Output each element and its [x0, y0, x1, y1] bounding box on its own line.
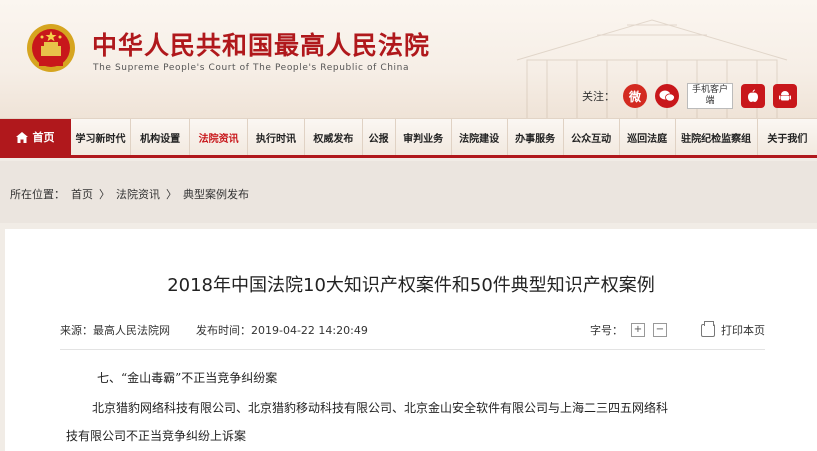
breadcrumb-separator: 〉 [166, 188, 177, 201]
publish-time-label: 发布时间： [196, 324, 251, 337]
publish-time-value: 2019-04-22 14:20:49 [251, 323, 368, 337]
nav-item-releases[interactable]: 权威发布 [305, 119, 363, 155]
main-nav: 首页 学习新时代 机构设置 法院资讯 执行时讯 权威发布 公报 审判业务 法院建… [0, 118, 817, 158]
follow-label: 关注： [582, 90, 615, 103]
nav-item-discipline[interactable]: 驻院纪检监察组 [676, 119, 758, 155]
mobile-client-button[interactable]: 手机客户端 [687, 83, 733, 109]
wechat-icon[interactable] [655, 84, 679, 108]
follow-bar: 关注： 微 手机客户端 [582, 82, 797, 110]
home-icon [16, 131, 29, 143]
printer-icon [701, 320, 715, 337]
breadcrumb-home[interactable]: 首页 [71, 186, 93, 202]
site-header: 中华人民共和国最高人民法院 The Supreme People's Court… [0, 0, 817, 118]
font-decrease-button[interactable]: − [653, 323, 667, 337]
nav-item-enforcement-news[interactable]: 执行时讯 [248, 119, 306, 155]
nav-item-court-building[interactable]: 法院建设 [452, 119, 508, 155]
nav-item-organization[interactable]: 机构设置 [131, 119, 191, 155]
nav-item-court-news[interactable]: 法院资讯 [190, 119, 248, 155]
article-title: 2018年中国法院10大知识产权案件和50件典型知识产权案例 [167, 275, 655, 296]
print-label: 打印本页 [721, 324, 765, 337]
font-size-label: 字号： [590, 324, 623, 337]
print-button[interactable]: 打印本页 [701, 320, 765, 338]
section-heading: 七、“金山毒霸”不正当竞争纠纷案 [97, 371, 278, 385]
source-label: 来源： [60, 324, 93, 337]
breadcrumb-court-news[interactable]: 法院资讯 [116, 186, 160, 202]
source-value: 最高人民法院网 [93, 324, 170, 337]
apple-icon[interactable] [741, 84, 765, 108]
breadcrumb-typical-cases[interactable]: 典型案例发布 [183, 186, 249, 202]
breadcrumb-bar: 所在位置： 首页 〉 法院资讯 〉 典型案例发布 [0, 161, 817, 223]
case-paragraph-line-1: 北京猎豹网络科技有限公司、北京猎豹移动科技有限公司、北京金山安全软件有限公司与上… [92, 401, 669, 415]
article-container: 2018年中国法院10大知识产权案件和50件典型知识产权案例 来源： 最高人民法… [5, 229, 817, 451]
nav-item-services[interactable]: 办事服务 [508, 119, 564, 155]
article-meta: 来源： 最高人民法院网 发布时间： 2019-04-22 14:20:49 字号… [60, 320, 765, 338]
nav-item-about[interactable]: 关于我们 [758, 119, 817, 155]
national-emblem-icon [27, 24, 75, 72]
breadcrumb-separator: 〉 [99, 188, 110, 201]
site-title: 中华人民共和国最高人民法院 [92, 31, 431, 60]
site-subtitle: The Supreme People's Court of The People… [93, 63, 410, 73]
font-increase-button[interactable]: + [631, 323, 645, 337]
case-paragraph-line-2: 技有限公司不正当竞争纠纷上诉案 [66, 429, 247, 443]
breadcrumb-label: 所在位置： [10, 188, 65, 201]
android-icon[interactable] [773, 84, 797, 108]
nav-home-label: 首页 [32, 131, 55, 144]
nav-item-trial-business[interactable]: 审判业务 [396, 119, 452, 155]
weibo-icon[interactable]: 微 [623, 84, 647, 108]
nav-home[interactable]: 首页 [0, 119, 71, 155]
breadcrumb: 所在位置： 首页 〉 法院资讯 〉 典型案例发布 [10, 186, 249, 202]
nav-item-circuit-courts[interactable]: 巡回法庭 [620, 119, 676, 155]
meta-divider [60, 349, 765, 350]
nav-item-public-interaction[interactable]: 公众互动 [564, 119, 620, 155]
nav-item-gazette[interactable]: 公报 [363, 119, 396, 155]
nav-item-study[interactable]: 学习新时代 [71, 119, 131, 155]
